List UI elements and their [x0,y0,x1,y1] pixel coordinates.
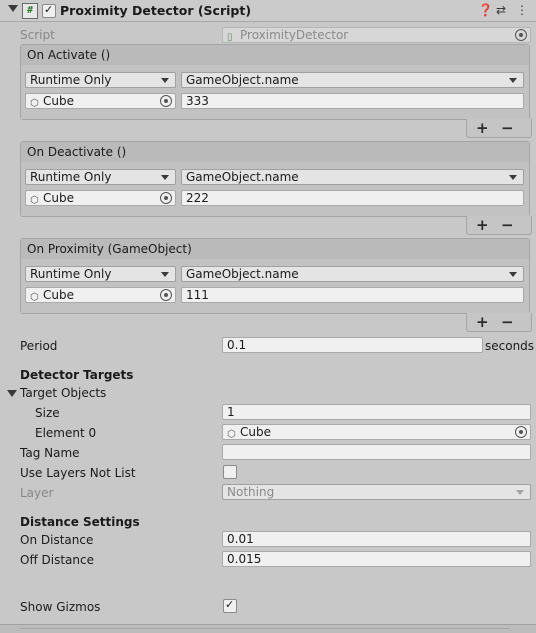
script-label: Script [20,28,55,42]
event-header: On Activate () [21,45,529,66]
object-picker-icon[interactable] [515,29,527,41]
object-name: Cube [240,425,271,439]
event-mode-dropdown[interactable]: Runtime Only [25,266,176,282]
show-gizmos-checkbox[interactable] [223,598,237,613]
script-field[interactable]: ▯ ProximityDetector [222,27,531,43]
event-object-field[interactable]: ⬡ Cube [25,190,176,206]
remove-listener-button[interactable]: − [501,119,514,137]
event-mode-dropdown[interactable]: Runtime Only [25,169,176,185]
event-argument-input[interactable]: 333 [181,93,524,109]
event-list-buttons: + − [466,313,532,332]
add-listener-button[interactable]: + [476,216,489,234]
on-distance-label: On Distance [20,533,94,547]
event-function-dropdown[interactable]: GameObject.name [181,72,524,88]
size-input[interactable]: 1 [222,404,531,420]
target-objects-foldout-icon[interactable] [7,390,17,397]
use-layers-label: Use Layers Not List [20,466,136,480]
object-name: Cube [43,288,74,302]
event-object-field[interactable]: ⬡ Cube [25,287,176,303]
help-icon[interactable]: ❓ [478,3,493,17]
cube-icon: ⬡ [227,429,236,440]
remove-listener-button[interactable]: − [501,216,514,234]
object-picker-icon[interactable] [515,426,527,438]
event-title: On Activate () [27,48,111,62]
event-object-field[interactable]: ⬡ Cube [25,93,176,109]
event-mode-dropdown[interactable]: Runtime Only [25,72,176,88]
event-argument-input[interactable]: 222 [181,190,524,206]
add-listener-button[interactable]: + [476,313,489,331]
event-list-buttons: + − [466,119,532,138]
cube-icon: ⬡ [30,292,39,303]
object-picker-icon[interactable] [160,192,172,204]
event-function-dropdown[interactable]: GameObject.name [181,169,524,185]
event-header: On Deactivate () [21,142,529,163]
cube-icon: ⬡ [30,195,39,206]
object-name: Cube [43,94,74,108]
tag-name-input[interactable] [222,444,531,460]
element-0-field[interactable]: ⬡ Cube [222,424,531,440]
object-name: Cube [43,191,74,205]
on-distance-input[interactable]: 0.01 [222,531,531,547]
element-0-label: Element 0 [35,426,97,440]
period-label: Period [20,339,58,353]
object-picker-icon[interactable] [160,95,172,107]
component-header[interactable]: # Proximity Detector (Script) ❓ ⇄ ⋮ [0,0,536,22]
event-title: On Deactivate () [27,145,127,159]
preset-icon[interactable]: ⇄ [496,3,506,17]
script-file-icon: ▯ [227,32,233,43]
use-layers-checkbox[interactable] [223,465,237,479]
period-unit: seconds [485,339,535,353]
tag-name-label: Tag Name [20,446,80,460]
size-label: Size [35,406,60,420]
layer-label: Layer [20,486,54,500]
object-picker-icon[interactable] [160,289,172,301]
period-input[interactable]: 0.1 [222,337,483,353]
off-distance-input[interactable]: 0.015 [222,551,531,567]
event-argument-input[interactable]: 111 [181,287,524,303]
show-gizmos-label: Show Gizmos [20,600,101,614]
remove-listener-button[interactable]: − [501,313,514,331]
add-listener-button[interactable]: + [476,119,489,137]
target-objects-label[interactable]: Target Objects [20,386,106,400]
layer-dropdown[interactable]: Nothing [222,484,531,500]
foldout-arrow-icon[interactable] [8,5,18,12]
cube-icon: ⬡ [30,98,39,109]
event-function-dropdown[interactable]: GameObject.name [181,266,524,282]
event-list-buttons: + − [466,216,532,235]
script-hash-icon: # [22,3,38,19]
component-title: Proximity Detector (Script) [60,3,252,18]
off-distance-label: Off Distance [20,553,94,567]
script-name: ProximityDetector [240,28,349,42]
detector-targets-heading: Detector Targets [20,368,134,382]
component-enabled-checkbox[interactable] [42,3,56,18]
distance-settings-heading: Distance Settings [20,515,140,529]
event-title: On Proximity (GameObject) [27,242,192,256]
event-header: On Proximity (GameObject) [21,239,529,260]
context-menu-icon[interactable]: ⋮ [516,3,528,17]
